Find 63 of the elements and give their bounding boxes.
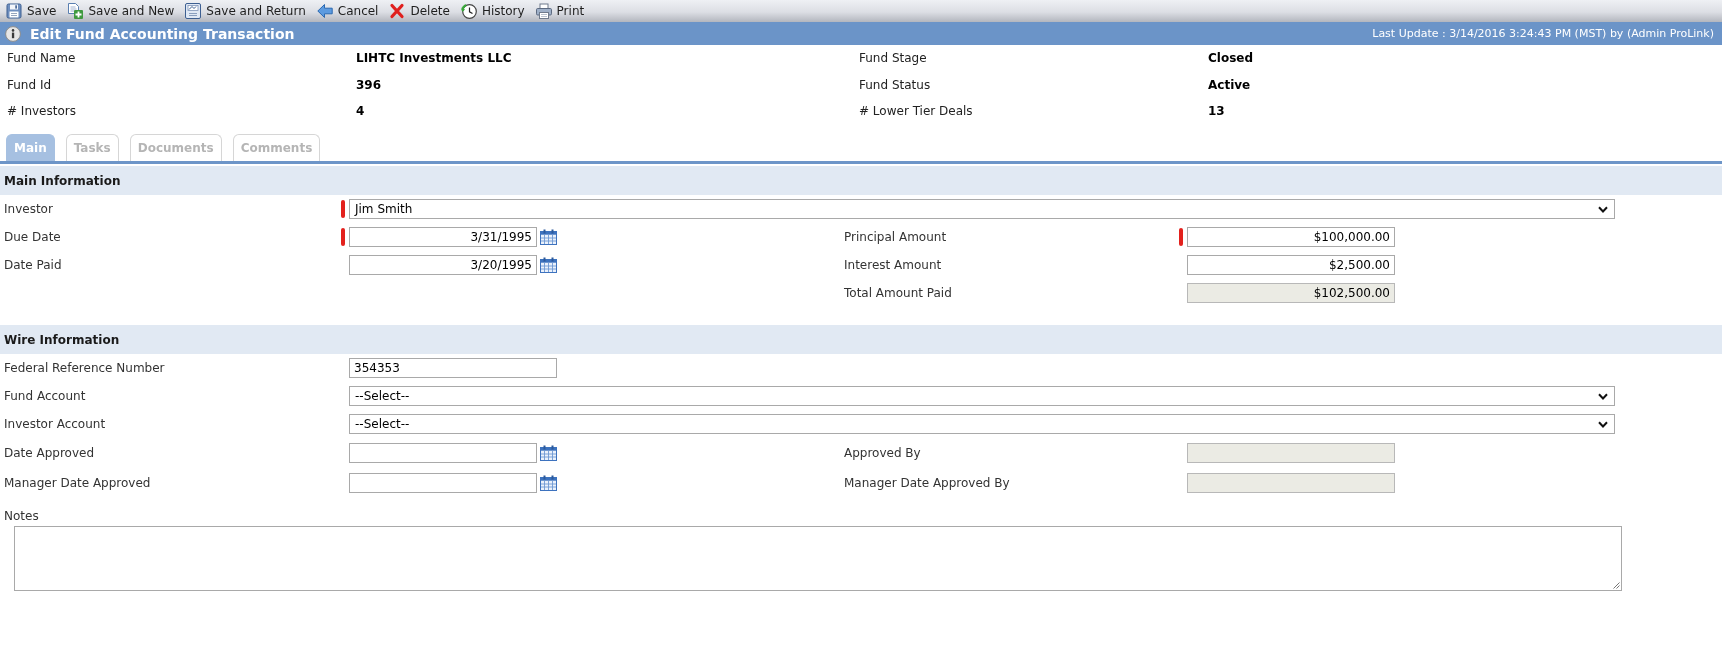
info-icon [5, 25, 21, 42]
summary-label: # Investors [7, 104, 76, 119]
summary-value: 396 [356, 77, 382, 92]
field-label: Approved By [844, 446, 921, 460]
summary-value: LIHTC Investments LLC [356, 51, 512, 66]
field-label: Total Amount Paid [844, 286, 952, 300]
summary-label: Fund Stage [859, 51, 927, 66]
field-label: Investor [4, 202, 53, 216]
date-field[interactable]: 3/31/1995 [349, 227, 537, 247]
amount-field[interactable]: $100,000.00 [1187, 227, 1395, 247]
calendar-icon[interactable] [540, 257, 557, 273]
delete-button[interactable]: Delete [389, 2, 450, 20]
summary-label: # Lower Tier Deals [859, 104, 973, 119]
calendar-icon[interactable] [540, 445, 557, 461]
field-label: Investor Account [4, 417, 106, 431]
cancel-button[interactable]: Cancel [316, 2, 379, 20]
field-label: Manager Date Approved By [844, 476, 1010, 490]
date-field[interactable] [349, 443, 537, 463]
field-label: Principal Amount [844, 230, 947, 244]
field-label: Manager Date Approved [4, 476, 151, 490]
field-label: Date Approved [4, 446, 95, 460]
section-header: Wire Information [0, 325, 1722, 354]
date-field[interactable] [349, 473, 537, 493]
field-label: Federal Reference Number [4, 361, 165, 375]
text-field[interactable]: 354353 [349, 358, 557, 378]
chevron-icon [1598, 205, 1608, 213]
summary-value: 13 [1208, 104, 1225, 119]
resize-grip-icon [1612, 581, 1620, 589]
summary-value: Closed [1208, 51, 1254, 66]
field-label: Interest Amount [844, 258, 942, 272]
summary-value: 4 [356, 104, 365, 119]
summary-value: Active [1208, 77, 1251, 92]
cross-icon [389, 3, 406, 19]
last-update-text: Last Update : 3/14/2016 3:24:43 PM (MST) by (Admin ProLink) [1372, 27, 1714, 40]
left-arrow-icon [316, 3, 333, 19]
dropdown[interactable]: --Select-- [349, 386, 1615, 406]
field-label: Due Date [4, 230, 61, 244]
chevron-icon [1598, 420, 1608, 428]
page-title: Edit Fund Accounting Transaction [30, 25, 295, 42]
save-button[interactable]: Save [6, 2, 57, 20]
save-return-button[interactable]: Save and Return [185, 2, 306, 20]
print-button[interactable]: Print [535, 2, 585, 20]
field-label: Fund Account [4, 389, 86, 403]
date-field[interactable]: 3/20/1995 [349, 255, 537, 275]
document-plus-icon [67, 3, 84, 19]
field-label: Date Paid [4, 258, 62, 272]
field-label: Notes [4, 508, 39, 525]
dropdown[interactable]: --Select-- [349, 414, 1615, 434]
chevron-icon [1598, 392, 1608, 400]
calendar-icon[interactable] [540, 229, 557, 245]
history-button[interactable]: History [460, 2, 525, 20]
document-icon [185, 3, 202, 19]
summary-label: Fund Id [7, 77, 52, 92]
summary-label: Fund Name [7, 51, 76, 66]
dropdown[interactable]: Jim Smith [349, 199, 1615, 219]
calendar-icon[interactable] [540, 475, 557, 491]
section-header: Main Information [0, 166, 1722, 195]
summary-label: Fund Status [859, 77, 931, 92]
printer-icon [535, 3, 552, 19]
amount-field[interactable]: $2,500.00 [1187, 255, 1395, 275]
save-new-button[interactable]: Save and New [67, 2, 175, 20]
clock-icon [460, 3, 477, 19]
notes-field[interactable] [14, 526, 1622, 591]
